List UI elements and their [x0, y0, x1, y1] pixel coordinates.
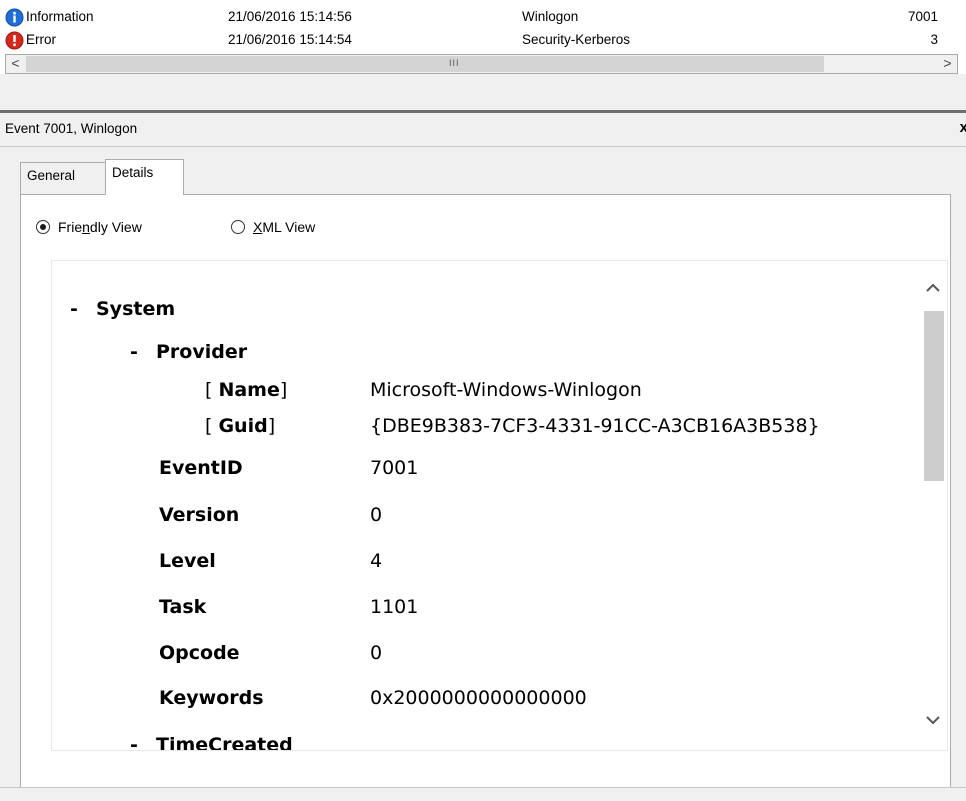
- attribute-value-guid: {DBE9B383-7CF3-4331-91CC-A3CB16A3B538}: [370, 415, 820, 437]
- event-properties: General Details Friendly View XML View -…: [0, 147, 966, 788]
- tab-general[interactable]: General: [20, 162, 106, 194]
- timecreated-node-label: TimeCreated: [156, 734, 293, 751]
- details-vertical-scrollbar[interactable]: [918, 261, 947, 750]
- event-id: 7001: [907, 9, 938, 24]
- chevron-up-icon[interactable]: [923, 278, 943, 298]
- attribute-value-name: Microsoft-Windows-Winlogon: [370, 379, 642, 401]
- vertical-scroll-thumb[interactable]: [924, 311, 944, 481]
- scroll-right-arrow[interactable]: >: [938, 55, 957, 73]
- system-toggle[interactable]: -: [70, 298, 78, 320]
- details-pane-header: Event 7001, Winlogon x: [0, 113, 966, 147]
- field-value-version: 0: [370, 504, 383, 526]
- event-row-information[interactable]: Information 21/06/2016 15:14:56 Winlogon…: [0, 6, 966, 30]
- xml-view-label: XML View: [253, 219, 316, 235]
- status-strip: [0, 787, 966, 801]
- attribute-name-guid: [ Guid]: [205, 415, 276, 437]
- scroll-grip-icon: III: [449, 58, 460, 68]
- xml-view-radio[interactable]: [231, 220, 245, 234]
- tab-details[interactable]: Details: [105, 159, 184, 195]
- field-name-keywords: Keywords: [159, 687, 264, 709]
- friendly-view-label: Friendly View: [58, 219, 142, 235]
- friendly-view-radio[interactable]: [36, 220, 50, 234]
- provider-toggle[interactable]: -: [130, 341, 138, 363]
- provider-node-label: Provider: [156, 341, 248, 363]
- friendly-view-content: - System - Provider [ Name] Microsoft-Wi…: [51, 260, 948, 751]
- attribute-name-name: [ Name]: [205, 379, 288, 401]
- xml-view-option[interactable]: XML View: [231, 219, 315, 235]
- friendly-view-option[interactable]: Friendly View: [36, 219, 142, 235]
- field-name-level: Level: [159, 550, 216, 572]
- field-value-level: 4: [370, 550, 383, 572]
- event-tree: - System - Provider [ Name] Microsoft-Wi…: [52, 261, 920, 750]
- event-source: Winlogon: [522, 9, 579, 24]
- system-node-label: System: [96, 298, 176, 320]
- field-value-opcode: 0: [370, 642, 383, 664]
- event-date: 21/06/2016 15:14:54: [228, 32, 352, 47]
- information-icon: [5, 8, 24, 27]
- close-icon[interactable]: x: [960, 119, 966, 136]
- field-name-opcode: Opcode: [159, 642, 240, 664]
- field-name-task: Task: [159, 596, 207, 618]
- event-list-horizontal-scrollbar[interactable]: < III >: [5, 54, 958, 74]
- event-source: Security-Kerberos: [522, 32, 631, 47]
- chevron-down-icon[interactable]: [923, 710, 943, 730]
- event-level: Error: [26, 32, 56, 47]
- field-value-task: 1101: [370, 596, 419, 618]
- scroll-left-arrow[interactable]: <: [6, 55, 25, 73]
- details-tab-panel: Friendly View XML View - System - Provid…: [20, 194, 951, 788]
- event-id: 3: [930, 32, 938, 47]
- error-icon: [5, 31, 24, 50]
- event-level: Information: [26, 9, 94, 24]
- field-value-eventid: 7001: [370, 457, 419, 479]
- event-date: 21/06/2016 15:14:56: [228, 9, 352, 24]
- field-value-keywords: 0x2000000000000000: [370, 687, 587, 709]
- horizontal-scroll-thumb[interactable]: III: [26, 56, 824, 72]
- field-name-version: Version: [159, 504, 240, 526]
- field-name-eventid: EventID: [159, 457, 243, 479]
- details-pane-title: Event 7001, Winlogon: [5, 121, 138, 136]
- event-row-error[interactable]: Error 21/06/2016 15:14:54 Security-Kerbe…: [0, 29, 966, 53]
- timecreated-toggle[interactable]: -: [130, 734, 138, 750]
